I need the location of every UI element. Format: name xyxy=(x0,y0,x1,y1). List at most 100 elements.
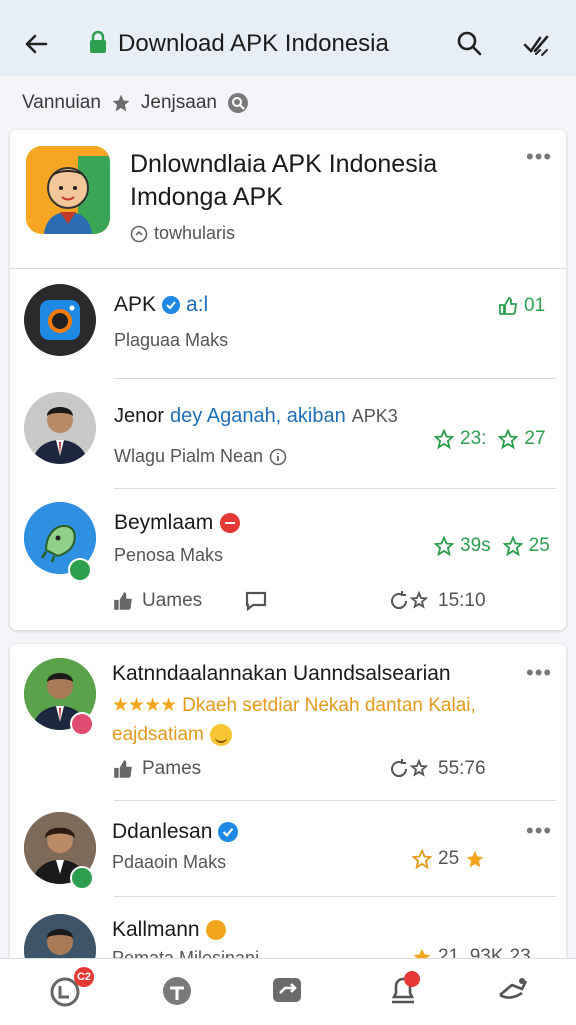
timestamp: 55:76 xyxy=(438,758,486,779)
star-outline-icon xyxy=(434,429,454,449)
like-button[interactable]: Uames xyxy=(112,590,202,612)
list-item-subtitle: Penosa Maks xyxy=(114,545,224,565)
avatar[interactable] xyxy=(24,392,96,464)
timestamp: 15:10 xyxy=(438,590,486,611)
lock-icon xyxy=(90,30,106,53)
notification-badge: C2 xyxy=(74,967,94,987)
star-outline-icon xyxy=(434,536,454,556)
star-icon xyxy=(112,94,130,112)
search-icon[interactable] xyxy=(456,30,482,56)
list-item-title: Kallmann xyxy=(112,918,226,942)
breadcrumb-second[interactable]: Jenjsaan xyxy=(141,92,217,114)
back-arrow-icon[interactable] xyxy=(22,30,50,58)
rating-value: 25 xyxy=(438,848,460,869)
share-stat[interactable]: 15:10 xyxy=(390,590,486,612)
list-item-name: APK xyxy=(114,293,157,316)
list-item-tag: a:l xyxy=(186,293,209,316)
app-title: Dnlowndlaia APK Indonesia Imdonga APK xyxy=(130,148,437,214)
review-line: ★★★★ Dkaeh setdiar Nekah dantan Kalai, xyxy=(112,694,476,717)
list-item-name: Jenor xyxy=(114,405,165,427)
check-all-icon[interactable] xyxy=(522,30,550,58)
info-icon[interactable] xyxy=(269,448,287,466)
search-badge-icon xyxy=(227,93,248,113)
list-item-title: Jenor dey Aganah, akiban APK3 xyxy=(114,405,398,428)
rating-stat: 23: 27 xyxy=(434,428,546,450)
breadcrumb-first[interactable]: Vannuian xyxy=(22,92,101,114)
star-outline-icon xyxy=(502,536,523,556)
person-photo-icon xyxy=(24,392,96,464)
list-item-name: Kallmann xyxy=(112,918,200,941)
top-app-bar: Download APK Indonesia xyxy=(0,0,576,76)
app-title-line1: Dnlowndlaia APK Indonesia xyxy=(130,150,438,178)
list-item-subtitle: Plaguaa Maks xyxy=(114,330,229,350)
list-item-name: Beymlaam xyxy=(114,511,214,534)
app-subtitle: towhularis xyxy=(130,223,235,244)
app-card: Dnlowndlaia APK Indonesia Imdonga APK to… xyxy=(10,130,566,630)
rating-value: 23: xyxy=(460,428,487,449)
like-label: Uames xyxy=(142,590,203,611)
comment-icon[interactable] xyxy=(244,590,268,612)
list-item-suffix: APK3 xyxy=(351,406,398,426)
share-stat[interactable]: 55:76 xyxy=(390,758,486,780)
online-badge-icon xyxy=(68,558,92,582)
list-item-highlight[interactable]: dey Aganah, akiban xyxy=(170,405,346,428)
app-subtitle-text: towhularis xyxy=(154,223,236,243)
star-icon xyxy=(466,850,484,868)
share-tab-icon[interactable] xyxy=(270,973,304,1007)
online-badge-icon xyxy=(70,866,94,890)
star-outline-icon xyxy=(498,429,519,449)
bottom-navigation: C2 xyxy=(0,958,576,1025)
verified-icon xyxy=(218,822,239,842)
divider xyxy=(114,378,556,379)
list-item-subtitle: Wlagu Pialm Nean xyxy=(114,446,287,467)
refresh-star-icon xyxy=(391,590,429,610)
download-icon xyxy=(130,225,148,242)
list-item-name: Ddanlesan xyxy=(112,820,213,843)
breadcrumb: Vannuian Jenjsaan xyxy=(22,92,249,114)
profile-tab-icon[interactable] xyxy=(496,973,530,1007)
rating-stars-icon: ★★★★ xyxy=(112,695,177,716)
rating-count: 27 xyxy=(524,428,546,449)
flag-badge-icon xyxy=(220,513,241,533)
page-title: Download APK Indonesia xyxy=(118,30,389,57)
developer-avatar-icon xyxy=(26,146,110,234)
thumbs-up-icon xyxy=(499,297,518,315)
refresh-star-icon xyxy=(391,758,429,778)
list-item-subtitle: Pdaaoin Maks xyxy=(112,852,227,872)
divider xyxy=(114,800,556,801)
like-label: Pames xyxy=(142,758,202,779)
heart-badge-icon xyxy=(70,712,94,736)
more-options-icon[interactable]: ••• xyxy=(526,144,552,170)
camera-app-icon xyxy=(40,300,80,340)
more-options-icon[interactable]: ••• xyxy=(526,818,552,844)
review-text-2: eajdsatiam xyxy=(112,724,204,745)
list-item-title: Ddanlesan xyxy=(112,820,239,844)
verified-icon xyxy=(162,296,181,314)
list-item-subtitle-text: Wlagu Pialm Nean xyxy=(114,446,264,466)
rating-count: 25 xyxy=(528,535,550,556)
avatar[interactable] xyxy=(24,284,96,356)
review-text: Dkaeh setdiar Nekah dantan Kalai, xyxy=(182,694,476,716)
like-stat[interactable]: 01 xyxy=(498,295,545,317)
divider xyxy=(10,268,566,269)
list-item-title: Beymlaam xyxy=(114,511,241,535)
notification-dot xyxy=(404,971,420,987)
like-count: 01 xyxy=(524,295,546,316)
list-item-title: APK a:l xyxy=(114,293,208,317)
post-title: Katnndaalannakan Uanndsalsearian xyxy=(112,662,451,685)
review-line-2: eajdsatiam xyxy=(112,724,232,746)
explore-tab-icon[interactable] xyxy=(160,973,194,1007)
app-icon[interactable] xyxy=(26,146,110,234)
like-button[interactable]: Pames xyxy=(112,758,201,780)
star-outline-icon xyxy=(412,849,432,869)
clap-emoji-icon xyxy=(205,920,226,940)
smile-emoji-icon xyxy=(209,724,232,746)
rating-stat: 25 xyxy=(412,848,485,870)
divider xyxy=(114,896,556,897)
app-title-line2: Imdonga APK xyxy=(130,183,283,211)
thumbs-up-icon xyxy=(114,592,132,610)
rating-value: 39s xyxy=(460,535,491,556)
more-options-icon[interactable]: ••• xyxy=(526,660,552,686)
thumbs-up-icon xyxy=(114,760,132,778)
divider xyxy=(114,488,556,489)
